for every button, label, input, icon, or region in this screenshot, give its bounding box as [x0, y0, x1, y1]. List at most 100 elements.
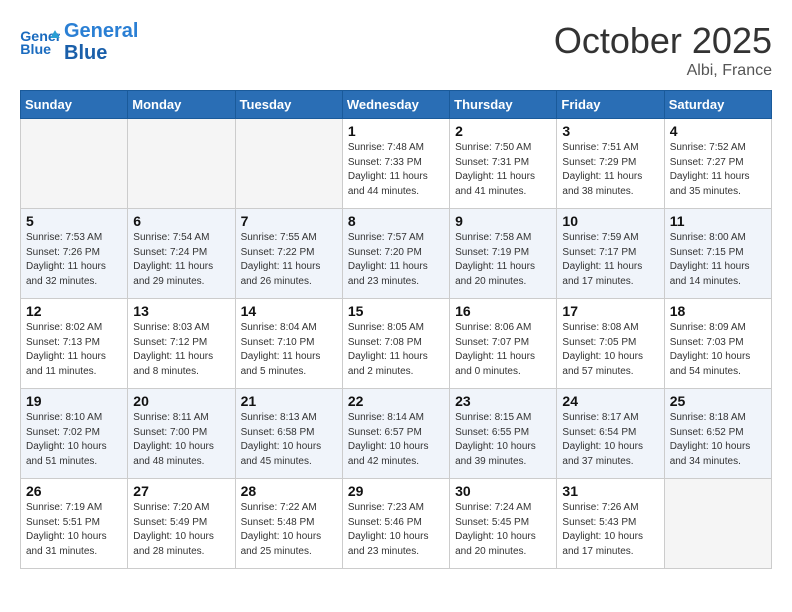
calendar-day-cell: 19Sunrise: 8:10 AMSunset: 7:02 PMDayligh…	[21, 389, 128, 479]
day-info: Sunrise: 8:00 AMSunset: 7:15 PMDaylight:…	[670, 231, 766, 289]
day-info: Sunrise: 8:13 AMSunset: 6:58 PMDaylight:…	[241, 411, 337, 469]
calendar-day-cell: 15Sunrise: 8:05 AMSunset: 7:08 PMDayligh…	[342, 299, 449, 389]
calendar-day-cell: 3 Sunrise: 7:51 AMSunset: 7:29 PMDaylight…	[557, 119, 664, 209]
day-info: Sunrise: 8:02 AMSunset: 7:13 PMDaylight:…	[26, 321, 122, 379]
day-number: 21	[241, 393, 337, 409]
calendar-week-row: 1Sunrise: 7:48 AMSunset: 7:33 PMDaylight…	[21, 119, 772, 209]
day-info: Sunrise: 8:04 AMSunset: 7:10 PMDaylight:…	[241, 321, 337, 379]
day-info: Sunrise: 7:24 AMSunset: 5:45 PMDaylight:…	[455, 501, 551, 559]
calendar-day-cell	[128, 119, 235, 209]
day-number: 11	[670, 213, 766, 229]
day-number: 17	[562, 303, 658, 319]
calendar-day-cell: 6 Sunrise: 7:54 AMSunset: 7:24 PMDaylight…	[128, 209, 235, 299]
day-info: Sunrise: 7:23 AMSunset: 5:46 PMDaylight:…	[348, 501, 444, 559]
day-number: 22	[348, 393, 444, 409]
day-info: Sunrise: 8:14 AMSunset: 6:57 PMDaylight:…	[348, 411, 444, 469]
calendar-day-cell: 16Sunrise: 8:06 AMSunset: 7:07 PMDayligh…	[450, 299, 557, 389]
calendar-day-cell: 21 Sunrise: 8:13 AMSunset: 6:58 PMDayligh…	[235, 389, 342, 479]
day-number: 27	[133, 483, 229, 499]
calendar-day-cell: 24 Sunrise: 8:17 AMSunset: 6:54 PMDayligh…	[557, 389, 664, 479]
calendar-day-cell	[21, 119, 128, 209]
day-number: 5	[26, 213, 122, 229]
day-number: 9	[455, 213, 551, 229]
calendar-day-cell: 10Sunrise: 7:59 AMSunset: 7:17 PMDayligh…	[557, 209, 664, 299]
calendar-day-cell: 28 Sunrise: 7:22 AMSunset: 5:48 PMDayligh…	[235, 479, 342, 569]
calendar-day-cell: 30 Sunrise: 7:24 AMSunset: 5:45 PMDayligh…	[450, 479, 557, 569]
calendar-day-cell: 7 Sunrise: 7:55 AMSunset: 7:22 PMDaylight…	[235, 209, 342, 299]
day-number: 7	[241, 213, 337, 229]
day-number: 18	[670, 303, 766, 319]
day-number: 14	[241, 303, 337, 319]
calendar-week-row: 5Sunrise: 7:53 AMSunset: 7:26 PMDaylight…	[21, 209, 772, 299]
day-info: Sunrise: 7:26 AMSunset: 5:43 PMDaylight:…	[562, 501, 658, 559]
calendar-day-cell	[235, 119, 342, 209]
calendar-day-cell: 23 Sunrise: 8:15 AMSunset: 6:55 PMDayligh…	[450, 389, 557, 479]
day-info: Sunrise: 7:20 AMSunset: 5:49 PMDaylight:…	[133, 501, 229, 559]
day-info: Sunrise: 7:51 AMSunset: 7:29 PMDaylight:…	[562, 141, 658, 199]
calendar-day-cell: 4 Sunrise: 7:52 AMSunset: 7:27 PMDaylight…	[664, 119, 771, 209]
day-number: 25	[670, 393, 766, 409]
calendar-day-cell: 20 Sunrise: 8:11 AMSunset: 7:00 PMDayligh…	[128, 389, 235, 479]
day-number: 3	[562, 123, 658, 139]
day-number: 28	[241, 483, 337, 499]
day-info: Sunrise: 7:19 AMSunset: 5:51 PMDaylight:…	[26, 501, 122, 559]
location: Albi, France	[554, 62, 772, 80]
day-info: Sunrise: 7:55 AMSunset: 7:22 PMDaylight:…	[241, 231, 337, 289]
logo: General Blue General Blue	[20, 20, 138, 64]
calendar-day-cell: 8 Sunrise: 7:57 AMSunset: 7:20 PMDaylight…	[342, 209, 449, 299]
day-number: 29	[348, 483, 444, 499]
day-number: 6	[133, 213, 229, 229]
month-title: October 2025	[554, 20, 772, 62]
calendar-day-cell: 29 Sunrise: 7:23 AMSunset: 5:46 PMDayligh…	[342, 479, 449, 569]
day-info: Sunrise: 8:03 AMSunset: 7:12 PMDaylight:…	[133, 321, 229, 379]
svg-text:Blue: Blue	[20, 42, 51, 57]
day-number: 16	[455, 303, 551, 319]
calendar-week-row: 12Sunrise: 8:02 AMSunset: 7:13 PMDayligh…	[21, 299, 772, 389]
calendar-day-cell: 11 Sunrise: 8:00 AMSunset: 7:15 PMDayligh…	[664, 209, 771, 299]
day-number: 8	[348, 213, 444, 229]
day-info: Sunrise: 8:17 AMSunset: 6:54 PMDaylight:…	[562, 411, 658, 469]
day-number: 23	[455, 393, 551, 409]
calendar-day-cell: 12Sunrise: 8:02 AMSunset: 7:13 PMDayligh…	[21, 299, 128, 389]
day-number: 13	[133, 303, 229, 319]
calendar-day-cell: 17 Sunrise: 8:08 AMSunset: 7:05 PMDayligh…	[557, 299, 664, 389]
day-info: Sunrise: 8:08 AMSunset: 7:05 PMDaylight:…	[562, 321, 658, 379]
day-info: Sunrise: 8:09 AMSunset: 7:03 PMDaylight:…	[670, 321, 766, 379]
day-info: Sunrise: 7:52 AMSunset: 7:27 PMDaylight:…	[670, 141, 766, 199]
day-info: Sunrise: 7:48 AMSunset: 7:33 PMDaylight:…	[348, 141, 444, 199]
day-info: Sunrise: 8:11 AMSunset: 7:00 PMDaylight:…	[133, 411, 229, 469]
day-number: 30	[455, 483, 551, 499]
weekday-header-thursday: Thursday	[450, 91, 557, 119]
weekday-header-wednesday: Wednesday	[342, 91, 449, 119]
calendar-day-cell: 26 Sunrise: 7:19 AMSunset: 5:51 PMDayligh…	[21, 479, 128, 569]
calendar-day-cell: 22 Sunrise: 8:14 AMSunset: 6:57 PMDayligh…	[342, 389, 449, 479]
day-number: 15	[348, 303, 444, 319]
calendar-day-cell: 14 Sunrise: 8:04 AMSunset: 7:10 PMDayligh…	[235, 299, 342, 389]
day-number: 31	[562, 483, 658, 499]
day-number: 20	[133, 393, 229, 409]
calendar-day-cell	[664, 479, 771, 569]
calendar-week-row: 26 Sunrise: 7:19 AMSunset: 5:51 PMDayligh…	[21, 479, 772, 569]
day-info: Sunrise: 7:54 AMSunset: 7:24 PMDaylight:…	[133, 231, 229, 289]
calendar-day-cell: 18 Sunrise: 8:09 AMSunset: 7:03 PMDayligh…	[664, 299, 771, 389]
weekday-header-monday: Monday	[128, 91, 235, 119]
day-info: Sunrise: 8:15 AMSunset: 6:55 PMDaylight:…	[455, 411, 551, 469]
day-info: Sunrise: 7:22 AMSunset: 5:48 PMDaylight:…	[241, 501, 337, 559]
weekday-header-sunday: Sunday	[21, 91, 128, 119]
calendar-day-cell: 1Sunrise: 7:48 AMSunset: 7:33 PMDaylight…	[342, 119, 449, 209]
calendar-day-cell: 5Sunrise: 7:53 AMSunset: 7:26 PMDaylight…	[21, 209, 128, 299]
page-header: General Blue General Blue October 2025 A…	[20, 20, 772, 80]
day-number: 24	[562, 393, 658, 409]
calendar-week-row: 19Sunrise: 8:10 AMSunset: 7:02 PMDayligh…	[21, 389, 772, 479]
day-number: 4	[670, 123, 766, 139]
calendar-day-cell: 31 Sunrise: 7:26 AMSunset: 5:43 PMDayligh…	[557, 479, 664, 569]
logo-text: General Blue	[64, 20, 138, 64]
day-number: 10	[562, 213, 658, 229]
weekday-header-friday: Friday	[557, 91, 664, 119]
day-number: 26	[26, 483, 122, 499]
day-number: 19	[26, 393, 122, 409]
title-block: October 2025 Albi, France	[554, 20, 772, 80]
calendar-table: SundayMondayTuesdayWednesdayThursdayFrid…	[20, 90, 772, 569]
day-info: Sunrise: 7:58 AMSunset: 7:19 PMDaylight:…	[455, 231, 551, 289]
day-info: Sunrise: 7:57 AMSunset: 7:20 PMDaylight:…	[348, 231, 444, 289]
